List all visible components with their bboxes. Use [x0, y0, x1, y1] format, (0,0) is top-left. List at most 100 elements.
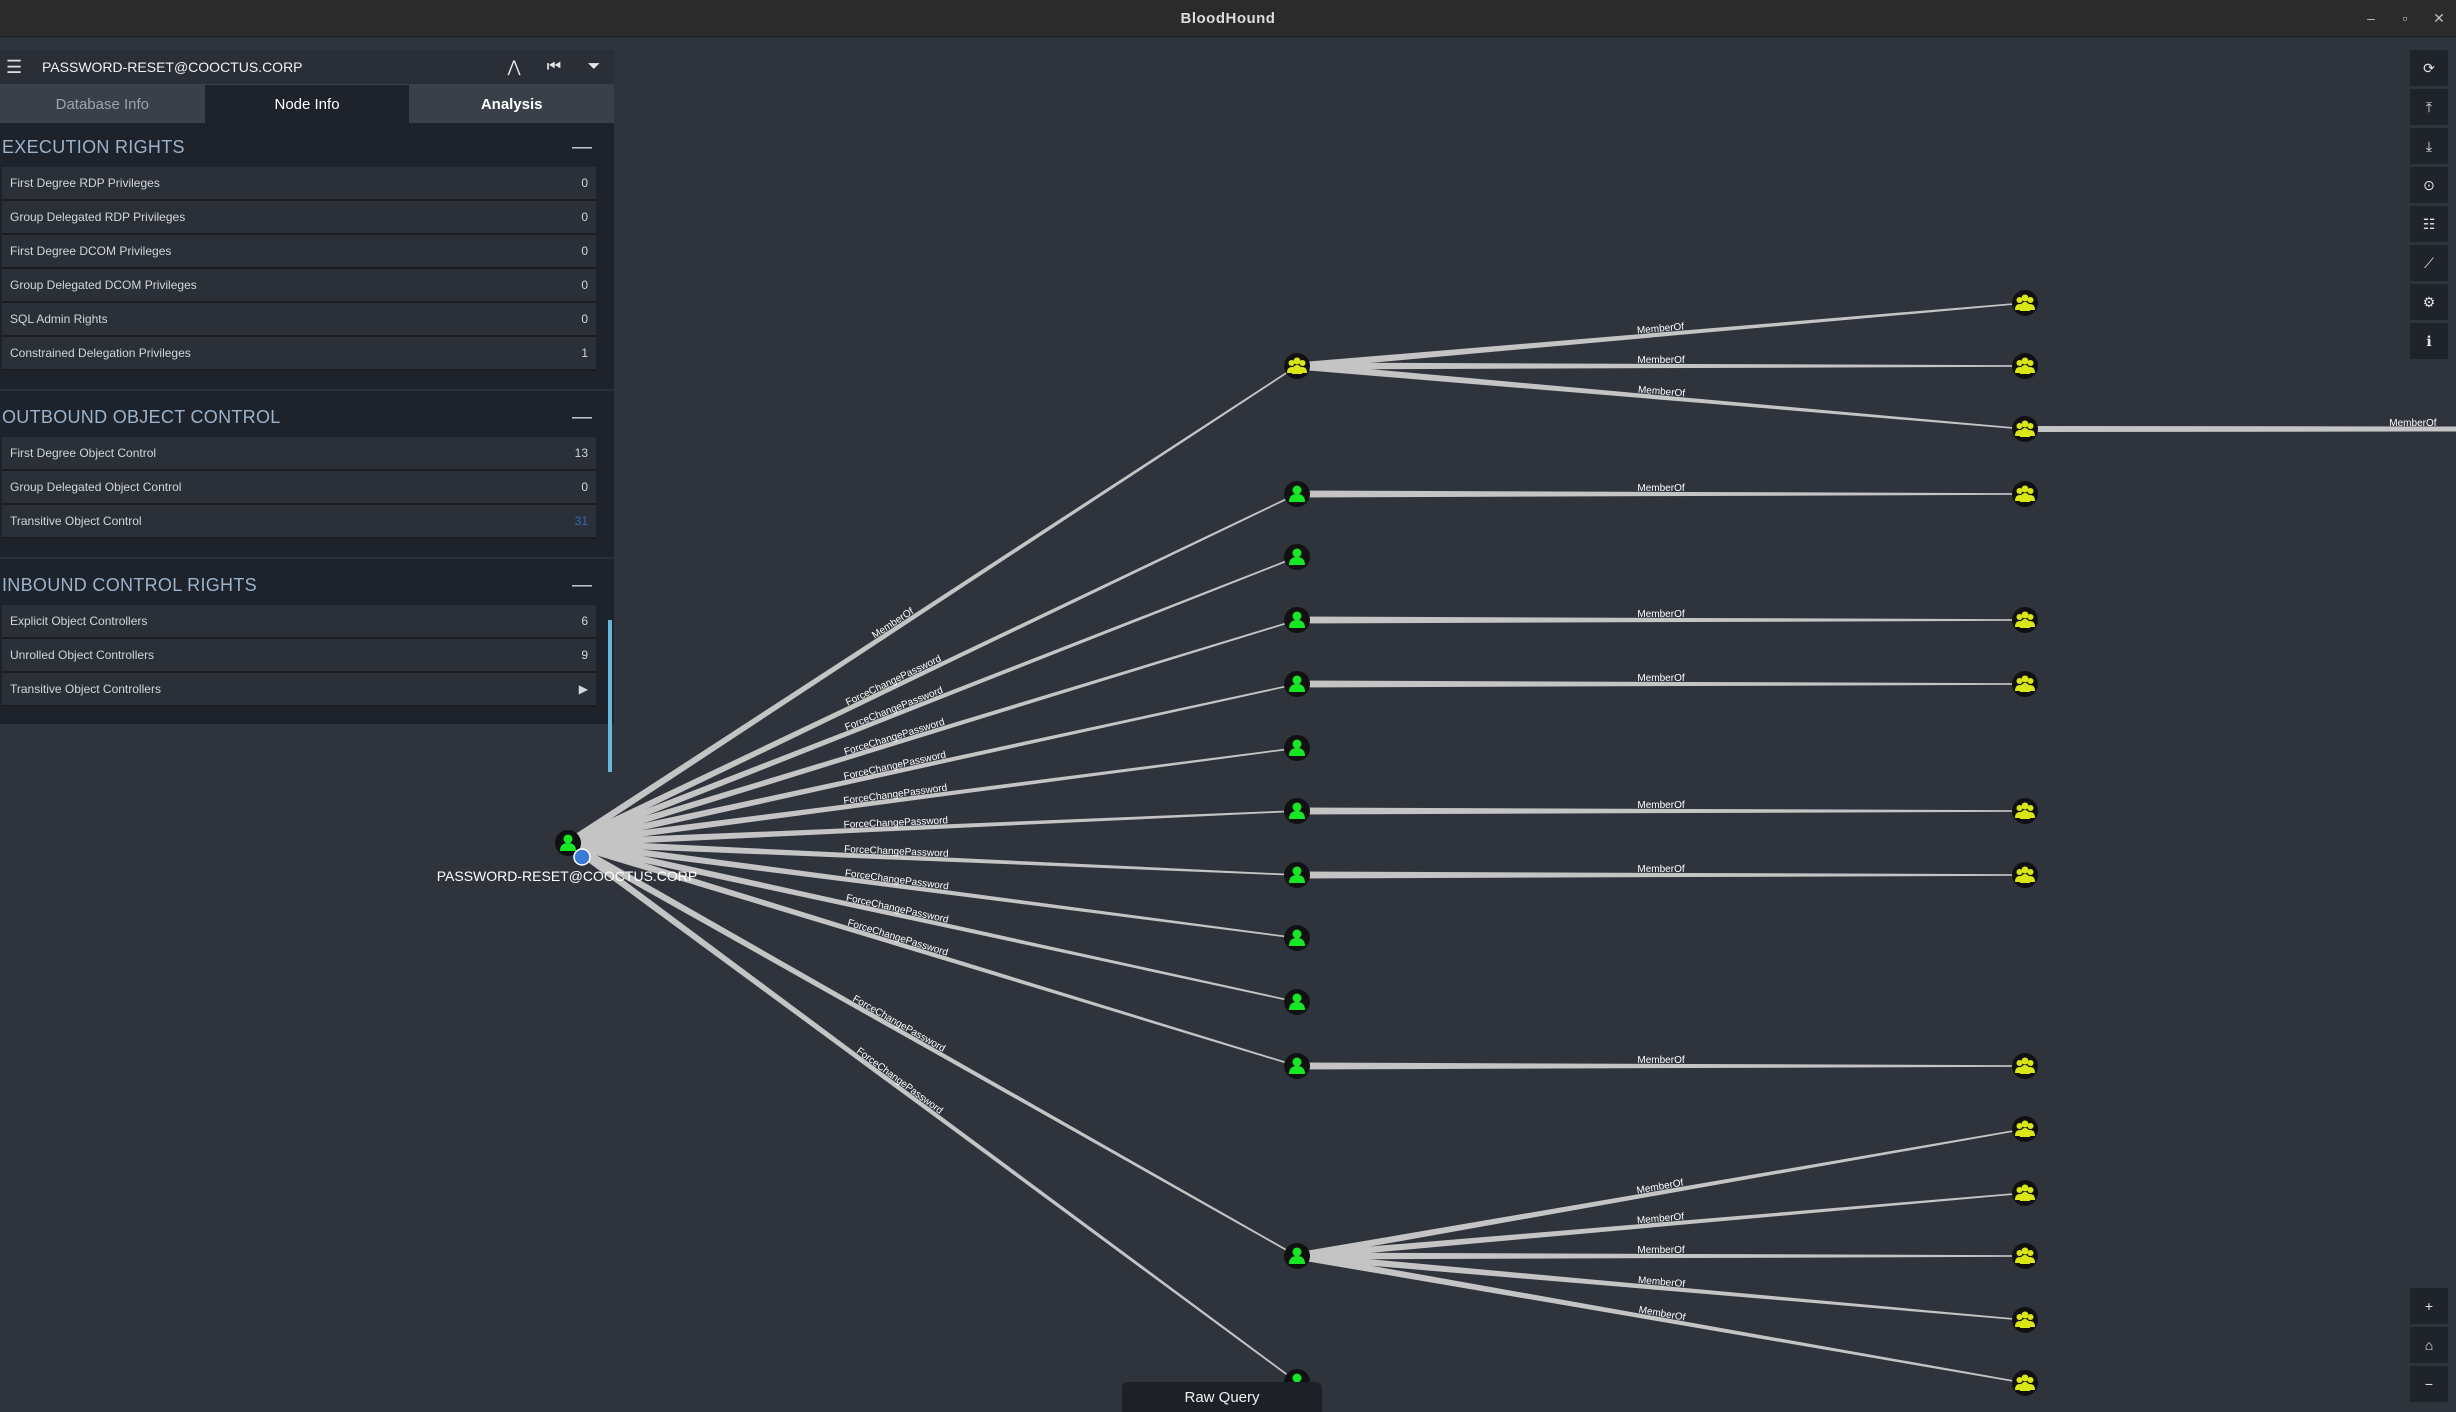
- user-node-icon[interactable]: [1284, 544, 1310, 570]
- row-label: Group Delegated Object Control: [10, 480, 182, 494]
- edge-label: MemberOf: [1637, 609, 1684, 620]
- tab-analysis[interactable]: Analysis: [409, 85, 615, 123]
- info-row[interactable]: Group Delegated RDP Privileges 0: [2, 201, 596, 235]
- edge-label: MemberOf: [1637, 800, 1684, 811]
- zoom-in-icon[interactable]: +: [2410, 1288, 2448, 1324]
- info-row[interactable]: Transitive Object Control 31: [2, 505, 596, 539]
- info-row[interactable]: SQL Admin Rights 0: [2, 303, 596, 337]
- user-node-icon[interactable]: [1284, 735, 1310, 761]
- row-label: Group Delegated DCOM Privileges: [10, 278, 197, 292]
- section-divider: [0, 389, 614, 391]
- user-node-icon[interactable]: [1284, 798, 1310, 824]
- edge-label: ForceChangePassword: [844, 868, 949, 892]
- search-bar: ☰ PASSWORD-RESET@COOCTUS.CORP ⋀ ⏮ ⏷: [0, 50, 614, 85]
- panel-scrollbar[interactable]: [608, 620, 612, 772]
- section-outbound-object-control: OUTBOUND OBJECT CONTROL — First Degree O…: [0, 397, 614, 539]
- minimize-icon[interactable]: –: [2354, 10, 2388, 26]
- section-inbound-control-rights: INBOUND CONTROL RIGHTS — Explicit Object…: [0, 565, 614, 707]
- group-node-icon[interactable]: [1284, 353, 1310, 379]
- row-label: Transitive Object Controllers: [10, 682, 161, 696]
- user-node-icon[interactable]: [1284, 607, 1310, 633]
- collapse-icon[interactable]: —: [572, 136, 598, 159]
- info-row[interactable]: Group Delegated Object Control 0: [2, 471, 596, 505]
- info-row[interactable]: First Degree DCOM Privileges 0: [2, 235, 596, 269]
- graph-edge-labels: MemberOfForceChangePasswordForceChangePa…: [843, 321, 2437, 1323]
- row-value-link[interactable]: 31: [575, 514, 588, 528]
- edge-label: MemberOf: [1637, 673, 1684, 684]
- info-row[interactable]: Group Delegated DCOM Privileges 0: [2, 269, 596, 303]
- restore-icon[interactable]: ▫: [2388, 10, 2422, 26]
- user-node-icon[interactable]: [1284, 989, 1310, 1015]
- group-node-icon[interactable]: [2012, 481, 2038, 507]
- group-node-icon[interactable]: [2012, 862, 2038, 888]
- group-node-icon[interactable]: [2012, 1180, 2038, 1206]
- tab-node-info[interactable]: Node Info: [204, 85, 410, 123]
- collapse-icon[interactable]: —: [572, 406, 598, 429]
- raw-query-button[interactable]: Raw Query: [1122, 1382, 1322, 1412]
- download-icon[interactable]: ⤓: [2410, 128, 2448, 164]
- info-row[interactable]: First Degree RDP Privileges 0: [2, 167, 596, 201]
- menu-icon[interactable]: ☰: [6, 57, 32, 78]
- group-node-icon[interactable]: [2012, 1053, 2038, 1079]
- pathfinding-icon[interactable]: ⋀: [494, 57, 534, 77]
- info-row[interactable]: Transitive Object Controllers ▶: [2, 673, 596, 707]
- edge-label: MemberOf: [1637, 355, 1684, 366]
- info-row[interactable]: Explicit Object Controllers 6: [2, 605, 596, 639]
- edge-label: MemberOf: [1637, 864, 1684, 875]
- user-node-icon[interactable]: [1284, 862, 1310, 888]
- row-value: 0: [581, 210, 588, 224]
- row-label: SQL Admin Rights: [10, 312, 108, 326]
- panel-tabs: Database Info Node Info Analysis: [0, 85, 615, 123]
- row-value: 0: [581, 278, 588, 292]
- right-toolbar: ⟳ ⤒ ⤓ ⊙ ☷ ⟋ ⚙ ℹ: [2410, 50, 2450, 362]
- info-row[interactable]: Unrolled Object Controllers 9: [2, 639, 596, 673]
- user-node-icon[interactable]: [1284, 925, 1310, 951]
- section-header[interactable]: INBOUND CONTROL RIGHTS —: [2, 565, 598, 605]
- close-icon[interactable]: ✕: [2422, 10, 2456, 27]
- user-node-icon[interactable]: [1284, 671, 1310, 697]
- group-node-icon[interactable]: [2012, 798, 2038, 824]
- group-node-icon[interactable]: [2012, 290, 2038, 316]
- info-row[interactable]: Constrained Delegation Privileges 1: [2, 337, 596, 371]
- section-header[interactable]: OUTBOUND OBJECT CONTROL —: [2, 397, 598, 437]
- refresh-icon[interactable]: ⟳: [2410, 50, 2448, 86]
- chart-icon[interactable]: ⟋: [2410, 245, 2448, 281]
- filter-icon[interactable]: ⏷: [574, 58, 614, 76]
- info-row[interactable]: First Degree Object Control 13: [2, 437, 596, 471]
- home-icon[interactable]: ⌂: [2410, 1327, 2448, 1363]
- query-list-icon[interactable]: ☷: [2410, 206, 2448, 242]
- row-label: First Degree RDP Privileges: [10, 176, 160, 190]
- collapse-icon[interactable]: —: [572, 574, 598, 597]
- row-label: Unrolled Object Controllers: [10, 648, 155, 662]
- tab-database-info[interactable]: Database Info: [0, 85, 205, 123]
- graph-edges: [565, 302, 2456, 1384]
- row-value: 0: [581, 312, 588, 326]
- group-node-icon[interactable]: [2012, 607, 2038, 633]
- user-node-icon[interactable]: [1284, 481, 1310, 507]
- graph-edge[interactable]: [566, 365, 1298, 846]
- upload-circle-icon[interactable]: ⊙: [2410, 167, 2448, 203]
- group-node-icon[interactable]: [2012, 1307, 2038, 1333]
- group-node-icon[interactable]: [2012, 416, 2038, 442]
- expand-arrow-icon[interactable]: ▶: [579, 682, 588, 696]
- upload-icon[interactable]: ⤒: [2410, 89, 2448, 125]
- info-icon[interactable]: ℹ: [2410, 323, 2448, 359]
- graph-edge[interactable]: [566, 556, 1298, 847]
- back-icon[interactable]: ⏮: [534, 58, 574, 76]
- search-input[interactable]: PASSWORD-RESET@COOCTUS.CORP: [32, 59, 494, 75]
- group-node-icon[interactable]: [2012, 1116, 2038, 1142]
- graph-edge[interactable]: [566, 619, 1298, 847]
- graph-edge[interactable]: [1296, 1128, 2026, 1260]
- group-node-icon[interactable]: [2012, 1370, 2038, 1396]
- group-node-icon[interactable]: [2012, 353, 2038, 379]
- zoom-out-icon[interactable]: −: [2410, 1366, 2448, 1402]
- section-header[interactable]: EXECUTION RIGHTS —: [2, 127, 598, 167]
- graph-nodes[interactable]: [555, 290, 2038, 1396]
- user-node-icon[interactable]: [1284, 1053, 1310, 1079]
- user-node-icon[interactable]: [1284, 1243, 1310, 1269]
- group-node-icon[interactable]: [2012, 1243, 2038, 1269]
- center-node-label: PASSWORD-RESET@COOCTUS.CORP: [437, 868, 698, 884]
- group-node-icon[interactable]: [2012, 671, 2038, 697]
- settings-icon[interactable]: ⚙: [2410, 284, 2448, 320]
- row-label: Explicit Object Controllers: [10, 614, 148, 628]
